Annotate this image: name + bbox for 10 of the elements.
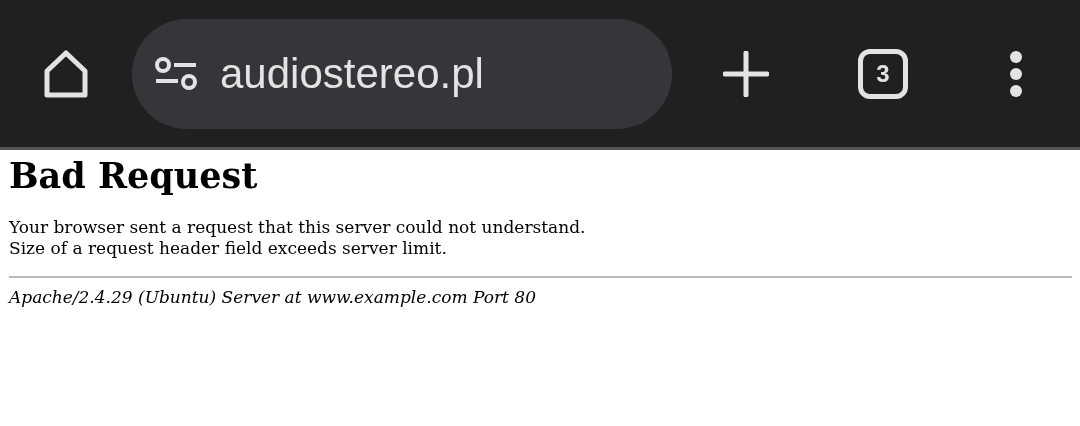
message-line: Your browser sent a request that this server could not understand. — [9, 217, 586, 238]
tab-count-button[interactable]: 3 — [858, 48, 908, 99]
page-heading: Bad Request — [9, 158, 258, 193]
address-bar[interactable]: audiostereo.pl — [132, 18, 672, 129]
server-signature: Apache/2.4.29 (Ubuntu) Server at www.example.com Port 80 — [9, 286, 536, 308]
site-settings-icon[interactable] — [154, 56, 198, 91]
url-text[interactable]: audiostereo.pl — [220, 42, 484, 105]
menu-icon — [1009, 50, 1023, 97]
message-line: Size of a request header field exceeds server limit. — [9, 238, 447, 259]
plus-icon — [723, 50, 769, 97]
